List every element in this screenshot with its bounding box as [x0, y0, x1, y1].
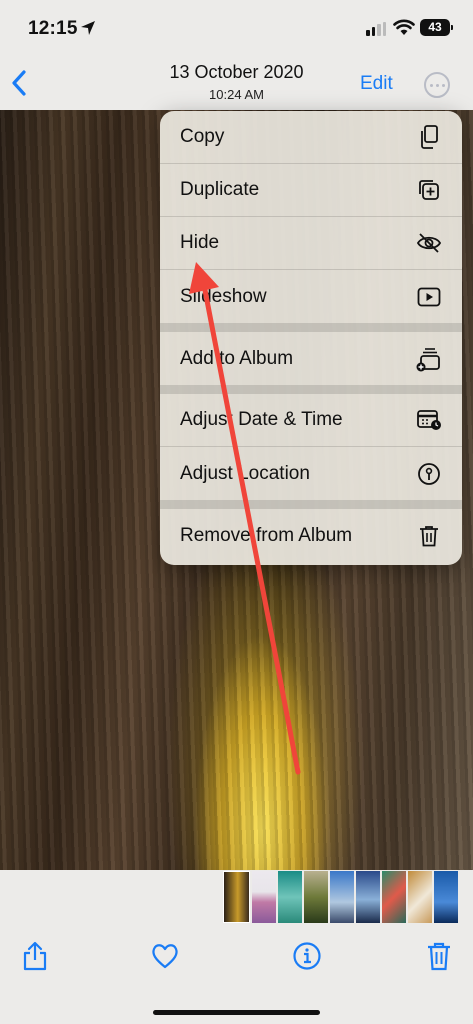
- cellular-signal-icon: [366, 22, 386, 36]
- menu-separator: [160, 323, 462, 332]
- photo-time: 10:24 AM: [209, 87, 264, 102]
- photo-date: 13 October 2020: [169, 62, 304, 82]
- thumbnail[interactable]: [304, 871, 328, 923]
- duplicate-icon: [416, 177, 442, 203]
- ellipsis-circle-icon[interactable]: [424, 72, 450, 98]
- menu-item-label: Copy: [180, 126, 225, 147]
- trash-icon: [416, 523, 442, 549]
- navigation-bar: 12:15 43 13 October 2020 10:24 AM Edit: [0, 0, 473, 110]
- menu-item-duplicate[interactable]: Duplicate: [160, 164, 462, 217]
- thumbnail[interactable]: [408, 871, 432, 923]
- menu-separator: [160, 500, 462, 509]
- add-to-album-icon: [416, 346, 442, 372]
- location-icon: [416, 461, 442, 487]
- menu-item-label: Adjust Location: [180, 462, 310, 484]
- thumbnail[interactable]: [330, 871, 354, 923]
- trash-icon[interactable]: [424, 940, 454, 972]
- menu-item-adjust-date-time[interactable]: Adjust Date & Time: [160, 394, 462, 447]
- photo-options-menu: Copy Duplicate Hide Slideshow Add to Alb…: [160, 111, 462, 565]
- thumbnail[interactable]: [278, 871, 302, 923]
- edit-button[interactable]: Edit: [360, 73, 393, 95]
- menu-item-label: Adjust Date & Time: [180, 409, 343, 430]
- wifi-icon: [393, 19, 415, 35]
- menu-separator: [160, 385, 462, 394]
- heart-icon[interactable]: [150, 940, 180, 972]
- thumbnail[interactable]: [252, 871, 276, 923]
- calendar-clock-icon: [416, 407, 442, 433]
- thumbnail[interactable]: [434, 871, 458, 923]
- menu-item-label: Hide: [180, 232, 220, 253]
- thumbnail[interactable]: [382, 871, 406, 923]
- menu-item-label: Slideshow: [180, 285, 267, 307]
- thumbnail[interactable]: [356, 871, 380, 923]
- menu-item-adjust-location[interactable]: Adjust Location: [160, 447, 462, 500]
- battery-indicator: 43: [420, 19, 453, 36]
- home-indicator[interactable]: [153, 1010, 320, 1015]
- thumbnail-current[interactable]: [223, 871, 250, 923]
- share-icon[interactable]: [20, 940, 50, 972]
- thumbnail-strip[interactable]: [223, 871, 458, 923]
- menu-item-add-to-album[interactable]: Add to Album: [160, 332, 462, 385]
- menu-item-label: Remove from Album: [180, 524, 353, 546]
- play-icon: [416, 284, 442, 310]
- copy-icon: [416, 124, 442, 150]
- eye-slash-icon: [416, 230, 442, 256]
- menu-item-label: Add to Album: [180, 347, 294, 369]
- menu-item-remove-from-album[interactable]: Remove from Album: [160, 509, 462, 562]
- menu-item-label: Duplicate: [180, 179, 260, 200]
- info-icon[interactable]: [292, 940, 322, 972]
- menu-item-slideshow[interactable]: Slideshow: [160, 270, 462, 323]
- menu-item-copy[interactable]: Copy: [160, 111, 462, 164]
- location-arrow-icon: [81, 21, 95, 35]
- menu-item-hide[interactable]: Hide: [160, 217, 462, 270]
- status-time: 12:15: [28, 18, 78, 39]
